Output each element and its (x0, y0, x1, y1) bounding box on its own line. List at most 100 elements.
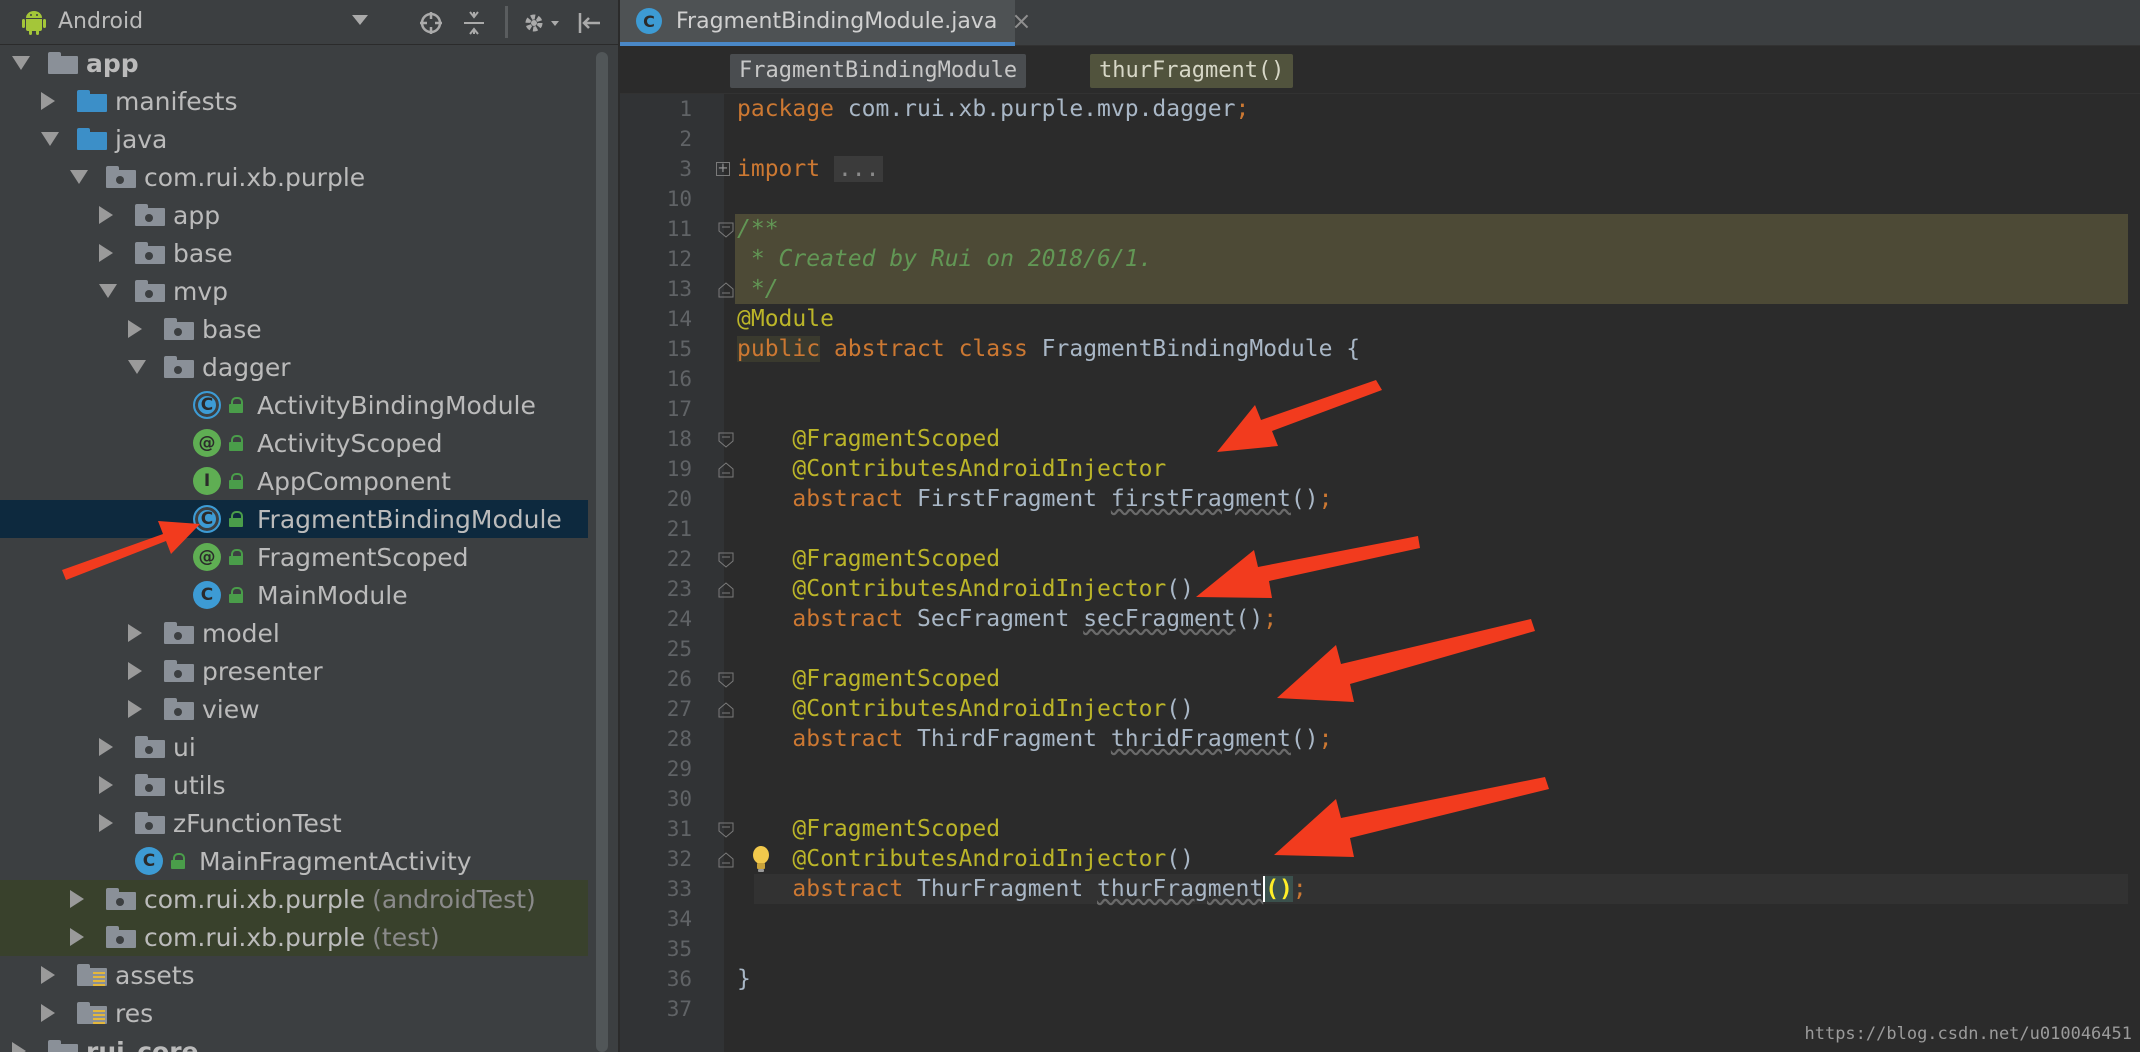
tree-item[interactable]: java (0, 120, 588, 158)
code-text[interactable]: @FragmentScoped (737, 544, 1000, 574)
tree-item[interactable]: res (0, 994, 588, 1032)
line-number[interactable]: 20 (620, 484, 692, 514)
line-number[interactable]: 2 (620, 124, 692, 154)
breadcrumb-method[interactable]: thurFragment() (1090, 54, 1294, 88)
collapsed-arrow-icon[interactable] (99, 776, 113, 794)
tree-item[interactable]: @ FragmentScoped (0, 538, 588, 576)
line-number[interactable]: 33 (620, 874, 692, 904)
line-number[interactable]: 31 (620, 814, 692, 844)
collapsed-arrow-icon[interactable] (128, 320, 142, 338)
line-number[interactable]: 21 (620, 514, 692, 544)
chevron-down-icon[interactable] (352, 15, 368, 25)
code-area[interactable]: 1 package com.rui.xb.purple.mvp.dagger; 2 3… (620, 94, 2140, 1052)
collapsed-arrow-icon[interactable] (41, 92, 55, 110)
tree-item[interactable]: com.rui.xb.purple (0, 158, 588, 196)
line-number[interactable]: 37 (620, 994, 692, 1024)
collapsed-arrow-icon[interactable] (128, 700, 142, 718)
fold-end-icon[interactable] (718, 852, 734, 872)
collapsed-arrow-icon[interactable] (41, 1004, 55, 1022)
line-number[interactable]: 19 (620, 454, 692, 484)
line-number[interactable]: 13 (620, 274, 692, 304)
tree-item[interactable]: app (0, 196, 588, 234)
code-text[interactable]: @ContributesAndroidInjector() (737, 574, 1194, 604)
expand-fold-icon[interactable]: + (716, 162, 730, 176)
collapsed-arrow-icon[interactable] (70, 890, 84, 908)
expanded-arrow-icon[interactable] (99, 284, 117, 298)
line-number[interactable]: 25 (620, 634, 692, 664)
code-text[interactable]: @ContributesAndroidInjector (737, 454, 1166, 484)
line-number[interactable]: 3 (620, 154, 692, 184)
lightbulb-icon[interactable] (750, 845, 772, 873)
line-number[interactable]: 11 (620, 214, 692, 244)
tab-fragment-binding-module[interactable]: C FragmentBindingModule.java × (620, 0, 1031, 46)
hide-panel-icon[interactable] (574, 8, 604, 38)
tree-item[interactable]: app (0, 44, 588, 82)
fold-start-icon[interactable] (718, 672, 734, 692)
tree-item[interactable]: C MainModule (0, 576, 588, 614)
line-number[interactable]: 17 (620, 394, 692, 424)
collapsed-arrow-icon[interactable] (70, 928, 84, 946)
tree-item[interactable]: C ActivityBindingModule (0, 386, 588, 424)
collapsed-arrow-icon[interactable] (99, 244, 113, 262)
line-number[interactable]: 1 (620, 94, 692, 124)
code-text[interactable]: abstract SecFragment secFragment(); (737, 604, 1277, 634)
target-icon[interactable] (416, 8, 446, 38)
fold-end-icon[interactable] (718, 702, 734, 722)
tree-item[interactable]: manifests (0, 82, 588, 120)
line-number[interactable]: 16 (620, 364, 692, 394)
collapsed-arrow-icon[interactable] (99, 206, 113, 224)
line-number[interactable]: 10 (620, 184, 692, 214)
fold-start-icon[interactable] (718, 822, 734, 842)
line-number[interactable]: 15 (620, 334, 692, 364)
tree-item[interactable]: assets (0, 956, 588, 994)
tree-item[interactable]: @ ActivityScoped (0, 424, 588, 462)
fold-end-icon[interactable] (718, 462, 734, 482)
fold-end-icon[interactable] (718, 582, 734, 602)
code-text[interactable]: @ContributesAndroidInjector() (737, 844, 1194, 874)
tree-item[interactable]: C MainFragmentActivity (0, 842, 588, 880)
code-text[interactable]: @Module (737, 304, 834, 334)
line-number[interactable]: 18 (620, 424, 692, 454)
code-text[interactable]: @FragmentScoped (737, 814, 1000, 844)
fold-start-icon[interactable] (718, 552, 734, 572)
code-text[interactable]: @FragmentScoped (737, 664, 1000, 694)
line-number[interactable]: 34 (620, 904, 692, 934)
expanded-arrow-icon[interactable] (128, 360, 146, 374)
gear-icon[interactable] (520, 8, 564, 38)
code-text[interactable]: import ... (737, 154, 884, 184)
line-number[interactable]: 35 (620, 934, 692, 964)
collapsed-arrow-icon[interactable] (128, 662, 142, 680)
code-text[interactable]: abstract ThirdFragment thridFragment(); (737, 724, 1332, 754)
tree-item[interactable]: base (0, 234, 588, 272)
project-tree-scrollbar[interactable] (596, 52, 608, 1052)
editor-error-stripe[interactable] (2128, 94, 2140, 1052)
code-text[interactable]: } (737, 964, 751, 994)
expanded-arrow-icon[interactable] (41, 132, 59, 146)
tree-item[interactable]: C FragmentBindingModule (0, 500, 588, 538)
code-text[interactable]: @ContributesAndroidInjector() (737, 694, 1194, 724)
line-number[interactable]: 36 (620, 964, 692, 994)
line-number[interactable]: 30 (620, 784, 692, 814)
code-text[interactable]: public abstract class FragmentBindingMod… (737, 334, 1360, 364)
tree-item[interactable]: com.rui.xb.purple (androidTest) (0, 880, 588, 918)
code-text[interactable]: @FragmentScoped (737, 424, 1000, 454)
tree-item[interactable]: dagger (0, 348, 588, 386)
tree-item[interactable]: ui (0, 728, 588, 766)
tree-item[interactable]: view (0, 690, 588, 728)
line-number[interactable]: 27 (620, 694, 692, 724)
line-number[interactable]: 32 (620, 844, 692, 874)
line-number[interactable]: 12 (620, 244, 692, 274)
code-text[interactable]: */ (737, 274, 779, 304)
line-number[interactable]: 23 (620, 574, 692, 604)
tree-item[interactable]: base (0, 310, 588, 348)
line-number[interactable]: 22 (620, 544, 692, 574)
tree-item[interactable]: mvp (0, 272, 588, 310)
breadcrumb-class[interactable]: FragmentBindingModule (730, 54, 1027, 88)
view-selector[interactable]: Android (58, 9, 143, 34)
collapsed-arrow-icon[interactable] (41, 966, 55, 984)
line-number[interactable]: 28 (620, 724, 692, 754)
line-number[interactable]: 14 (620, 304, 692, 334)
line-number[interactable]: 24 (620, 604, 692, 634)
tree-item[interactable]: I AppComponent (0, 462, 588, 500)
tree-item[interactable]: model (0, 614, 588, 652)
